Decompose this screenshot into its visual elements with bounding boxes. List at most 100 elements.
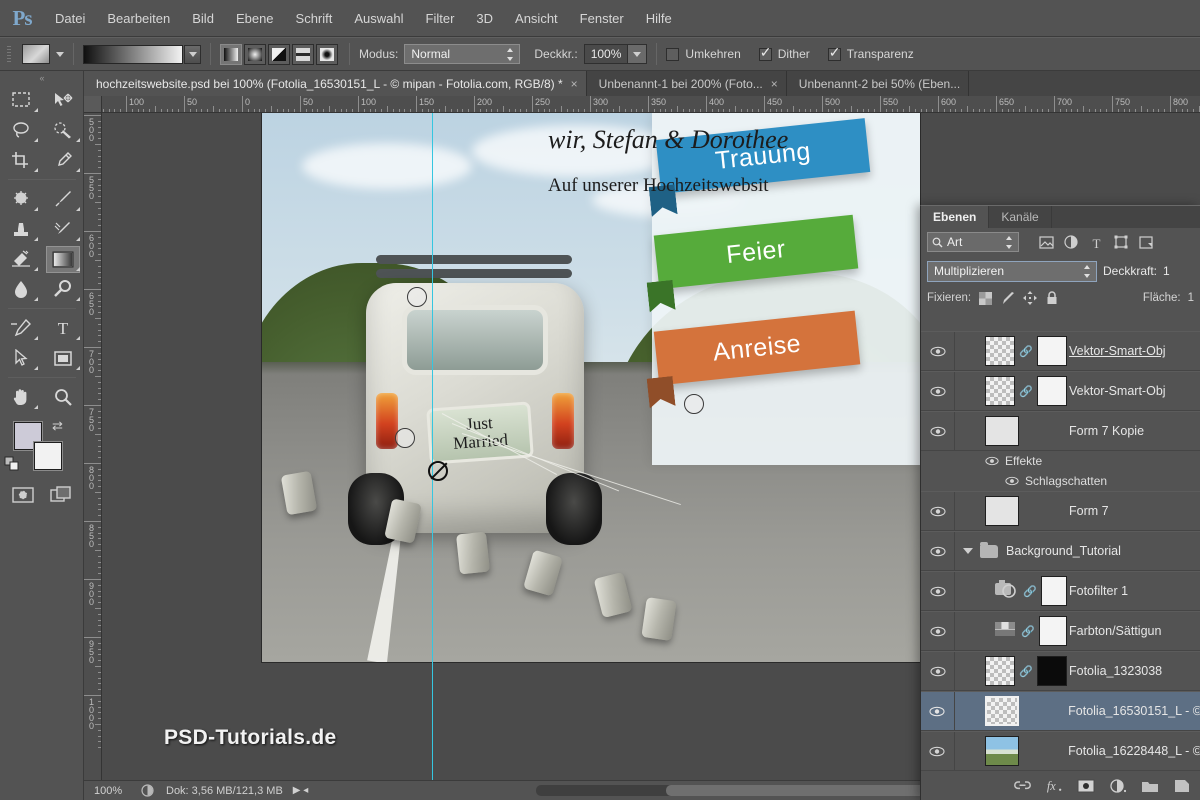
menu-schrift[interactable]: Schrift — [285, 0, 344, 37]
layer-blend-mode-select[interactable]: Multiplizieren — [927, 260, 1097, 282]
lasso-tool[interactable] — [0, 115, 42, 145]
layer-visibility-toggle[interactable] — [921, 572, 955, 610]
menu-hilfe[interactable]: Hilfe — [635, 0, 683, 37]
layer-visibility-toggle[interactable] — [921, 492, 955, 530]
layer-effects-row[interactable]: Effekte — [921, 451, 1200, 471]
layer-name[interactable]: Vektor-Smart-Obj — [1067, 344, 1166, 358]
layer-thumbnails[interactable] — [955, 416, 1067, 446]
add-layer-style-icon[interactable]: fx — [1045, 777, 1063, 795]
lock-transparency-icon[interactable] — [978, 291, 993, 306]
default-colors-icon[interactable] — [4, 456, 20, 477]
menu-auswahl[interactable]: Auswahl — [343, 0, 414, 37]
layer-visibility-toggle[interactable] — [921, 652, 955, 690]
type-filter-icon[interactable]: T — [1085, 232, 1107, 252]
layer-row-fotolia-16530151[interactable]: Fotolia_16530151_L - © — [921, 691, 1200, 731]
blend-mode-select[interactable]: Normal — [404, 44, 521, 64]
checkbox-transparenz[interactable]: Transparenz — [827, 45, 914, 61]
layer-name[interactable]: Form 7 — [1067, 504, 1109, 518]
layer-name[interactable]: Fotolia_16228448_L - © — [1066, 744, 1200, 758]
status-menu-arrow-icon[interactable]: ▶ ◂ — [293, 785, 309, 796]
add-layer-mask-icon[interactable] — [1077, 777, 1095, 795]
layer-row-fotofilter-1[interactable]: 🔗 Fotofilter 1 — [921, 571, 1200, 611]
gradient-dropdown-button[interactable] — [184, 44, 201, 64]
layer-visibility-toggle[interactable] — [921, 612, 955, 650]
chevron-down-icon[interactable] — [963, 548, 973, 554]
layer-thumbnails[interactable]: 🔗 — [955, 336, 1067, 366]
layer-thumbnails[interactable]: 🔗 — [955, 616, 1067, 646]
layer-row-vektor-smart-obj-2[interactable]: 🔗 Vektor-Smart-Obj — [921, 371, 1200, 411]
blur-tool[interactable] — [0, 274, 42, 304]
layer-effect-schlagschatten[interactable]: Schlagschatten — [921, 471, 1200, 491]
layer-visibility-toggle[interactable] — [921, 412, 955, 450]
layer-group-name[interactable]: Background_Tutorial — [998, 544, 1121, 558]
layer-list[interactable]: 🔗 Vektor-Smart-Obj 🔗 Vektor-Smart-Obj Fo… — [921, 331, 1200, 771]
layer-name[interactable]: Form 7 Kopie — [1067, 424, 1144, 438]
new-group-icon[interactable] — [1141, 777, 1159, 795]
menu-ebene[interactable]: Ebene — [225, 0, 285, 37]
rectangular-marquee-tool[interactable] — [0, 85, 42, 115]
horizontal-ruler[interactable]: 5010050050100150200250300350400450500550… — [84, 96, 1200, 113]
artboard[interactable]: Just Married Trauung Feier Anreise wir, … — [262, 113, 920, 662]
lock-image-icon[interactable] — [1000, 291, 1015, 306]
tools-panel-grip[interactable]: ‹‹ — [0, 71, 83, 85]
layer-visibility-toggle[interactable] — [921, 372, 955, 410]
eraser-tool[interactable] — [0, 244, 42, 274]
menu-datei[interactable]: Datei — [44, 0, 96, 37]
menu-fenster[interactable]: Fenster — [569, 0, 635, 37]
layer-row-vektor-smart-obj-1[interactable]: 🔗 Vektor-Smart-Obj — [921, 331, 1200, 371]
layer-row-fotolia-16228448[interactable]: Fotolia_16228448_L - © — [921, 731, 1200, 771]
zoom-tool[interactable] — [42, 382, 84, 412]
eyedropper-tool[interactable] — [42, 145, 84, 175]
link-icon[interactable]: 🔗 — [1019, 385, 1033, 398]
layer-name[interactable]: Fotolia_16530151_L - © — [1066, 704, 1200, 718]
layer-visibility-toggle[interactable] — [921, 692, 955, 730]
layer-visibility-toggle[interactable] — [921, 532, 955, 570]
gradient-tool[interactable] — [42, 244, 84, 274]
zoom-level-input[interactable]: 100% — [84, 785, 136, 797]
spot-healing-brush-tool[interactable] — [0, 184, 42, 214]
layer-thumbnails[interactable] — [955, 496, 1067, 526]
layer-thumbnails[interactable]: 🔗 — [955, 656, 1067, 686]
screen-mode-icon[interactable] — [49, 484, 73, 506]
layer-group-background-tutorial[interactable]: Background_Tutorial — [921, 531, 1200, 571]
close-icon[interactable]: × — [771, 77, 778, 91]
document-tab-unbenannt-2[interactable]: Unbenannt-2 bei 50% (Eben... — [786, 71, 970, 96]
close-icon[interactable]: × — [571, 77, 578, 91]
layer-row-form-7[interactable]: Form 7 — [921, 491, 1200, 531]
move-tool[interactable] — [42, 85, 84, 115]
pen-tool[interactable] — [0, 313, 42, 343]
adjustment-filter-icon[interactable] — [1060, 232, 1082, 252]
tab-ebenen[interactable]: Ebenen — [921, 206, 990, 228]
document-tab-hochzeitswebsite[interactable]: hochzeitswebsite.psd bei 100% (Fotolia_1… — [84, 71, 587, 96]
radial-gradient-button[interactable] — [244, 43, 266, 65]
link-layers-icon[interactable] — [1013, 777, 1031, 795]
menu-filter[interactable]: Filter — [415, 0, 466, 37]
layer-thumbnails[interactable]: 🔗 — [955, 576, 1067, 606]
brush-tool[interactable] — [42, 184, 84, 214]
swap-colors-icon[interactable]: ⇄ — [52, 418, 63, 434]
menu-3d[interactable]: 3D — [465, 0, 504, 37]
quick-mask-mode-icon[interactable] — [11, 484, 35, 506]
layer-thumbnails[interactable] — [955, 696, 1066, 726]
crop-tool[interactable] — [0, 145, 42, 175]
reflected-gradient-button[interactable] — [292, 43, 314, 65]
link-icon[interactable]: 🔗 — [1019, 665, 1033, 678]
hand-tool[interactable] — [0, 382, 42, 412]
transform-handle[interactable] — [407, 287, 427, 307]
layer-opacity-value[interactable]: 1 — [1163, 264, 1170, 278]
history-brush-tool[interactable] — [42, 214, 84, 244]
link-icon[interactable]: 🔗 — [1019, 345, 1033, 358]
layer-name[interactable]: Fotolia_1323038 — [1067, 664, 1162, 678]
menu-ansicht[interactable]: Ansicht — [504, 0, 569, 37]
vertical-ruler[interactable]: 500 550 600 650 700 750 800 850 900 950 1000 — [84, 113, 102, 780]
background-color-swatch[interactable] — [34, 442, 62, 470]
shape-filter-icon[interactable] — [1110, 232, 1132, 252]
opacity-input[interactable]: 100% — [583, 44, 629, 64]
vertical-guide[interactable] — [432, 113, 433, 780]
menu-bearbeiten[interactable]: Bearbeiten — [96, 0, 181, 37]
options-bar-grip[interactable] — [4, 43, 14, 65]
layer-thumbnails[interactable]: 🔗 — [955, 376, 1067, 406]
menu-bild[interactable]: Bild — [181, 0, 225, 37]
lock-position-icon[interactable] — [1022, 291, 1037, 306]
quick-selection-tool[interactable] — [42, 115, 84, 145]
